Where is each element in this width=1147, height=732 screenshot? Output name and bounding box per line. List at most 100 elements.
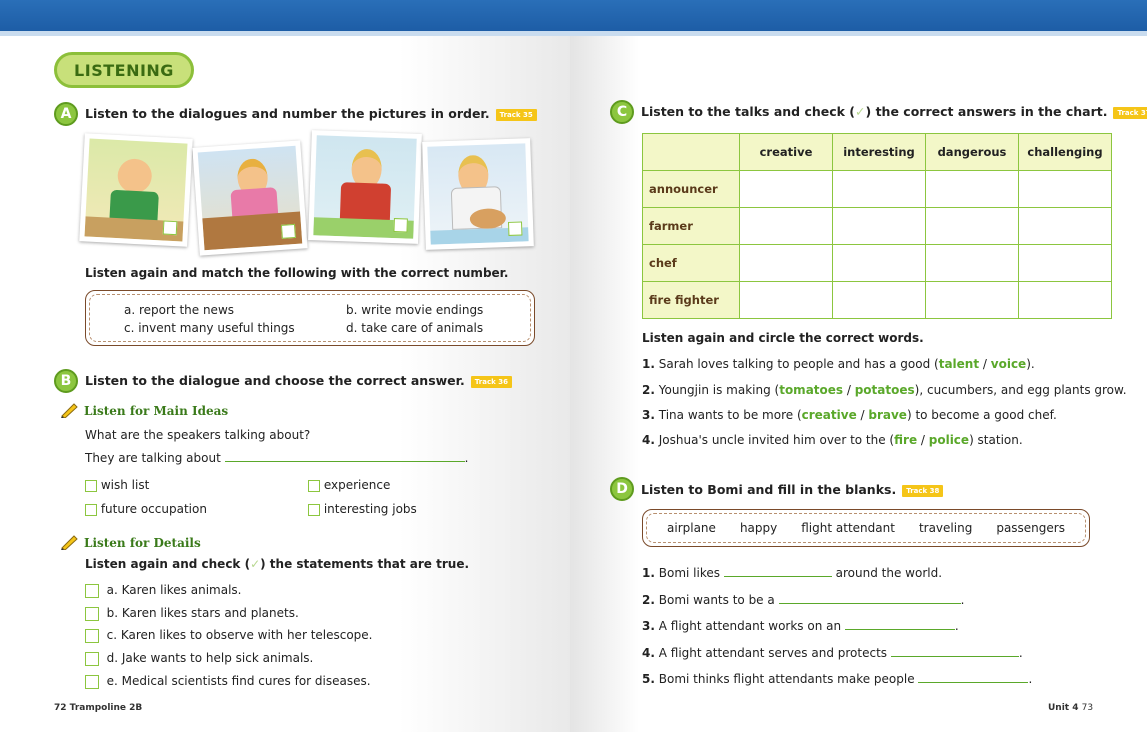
sentence-row: 4. Joshua's uncle invited him over to th… — [642, 433, 1023, 447]
page-number: 72 — [54, 703, 67, 713]
choice-future-occupation[interactable]: future occupation — [85, 502, 207, 516]
checkbox[interactable] — [85, 606, 99, 621]
choice-label: interesting jobs — [323, 502, 417, 516]
chart-cell[interactable] — [1018, 207, 1112, 245]
blank-post: around the world. — [835, 566, 943, 580]
track-badge[interactable]: Track 38 — [902, 484, 944, 497]
chart-cell[interactable] — [739, 207, 833, 245]
chart-cell[interactable] — [739, 170, 833, 208]
blank-post: . — [1028, 672, 1033, 686]
statement-text: c. Karen likes to observe with her teles… — [106, 628, 373, 642]
choice-label: wish list — [100, 478, 150, 492]
checkbox[interactable] — [85, 674, 99, 689]
track-badge[interactable]: Track 36 — [470, 375, 512, 388]
checkmark-icon: ✓ — [250, 557, 261, 571]
checkbox[interactable] — [85, 628, 99, 643]
main-ideas-prompt: They are talking about . — [85, 451, 468, 465]
track-badge[interactable]: Track 35 — [495, 108, 537, 121]
statement-row[interactable]: c. Karen likes to observe with her teles… — [85, 628, 373, 643]
checkbox[interactable] — [85, 651, 99, 666]
word-option[interactable]: police — [929, 433, 969, 447]
chart-cell[interactable] — [925, 244, 1019, 282]
fill-blank[interactable] — [723, 566, 832, 577]
sentence-pre: Youngjin is making ( — [658, 383, 780, 397]
chart-cell[interactable] — [832, 281, 926, 319]
blank-post: . — [954, 619, 959, 633]
word-option[interactable]: brave — [868, 408, 907, 422]
chart-row: chef — [642, 244, 1112, 282]
checkbox[interactable] — [308, 503, 320, 516]
row-header: chef — [642, 244, 740, 282]
match-instruction: Listen again and match the following wit… — [85, 266, 509, 280]
option-a: a. report the news — [124, 303, 235, 317]
fill-blank[interactable] — [890, 646, 1019, 657]
chart-cell[interactable] — [832, 207, 926, 245]
word-option[interactable]: tomatoes — [779, 383, 843, 397]
chart-header-row: creative interesting dangerous challengi… — [642, 133, 1112, 171]
chart-cell[interactable] — [832, 244, 926, 282]
checkmark-icon: ✓ — [855, 104, 866, 119]
choice-interesting-jobs[interactable]: interesting jobs — [308, 502, 417, 516]
chart-cell[interactable] — [739, 281, 833, 319]
picture-checkbox[interactable] — [507, 221, 523, 236]
prompt-end: . — [464, 451, 469, 465]
fill-blank[interactable] — [778, 593, 961, 604]
chart-cell[interactable] — [739, 244, 833, 282]
word-option[interactable]: creative — [802, 408, 857, 422]
main-ideas-heading: Listen for Main Ideas — [84, 404, 229, 418]
choice-wish-list[interactable]: wish list — [85, 478, 149, 492]
page-number: 73 — [1081, 703, 1094, 713]
blank-number: 1. — [642, 566, 655, 580]
right-page: C Listen to the talks and check (✓) the … — [570, 36, 1147, 732]
chart-cell[interactable] — [1018, 170, 1112, 208]
chart-cell[interactable] — [925, 170, 1019, 208]
sentence-row: 1. Sarah loves talking to people and has… — [642, 357, 1035, 371]
statement-row[interactable]: e. Medical scientists find cures for dis… — [85, 674, 371, 689]
details-heading: Listen for Details — [84, 536, 201, 550]
chart-cell[interactable] — [925, 281, 1019, 319]
option-d: d. take care of animals — [346, 321, 484, 335]
book-title: Trampoline 2B — [69, 703, 143, 713]
statement-row[interactable]: d. Jake wants to help sick animals. — [85, 651, 313, 666]
word-option[interactable]: voice — [991, 357, 1026, 371]
blank-number: 4. — [642, 646, 655, 660]
person-head — [116, 158, 153, 194]
word-bank: airplane happy flight attendant travelin… — [642, 509, 1090, 547]
option-c: c. invent many useful things — [124, 321, 295, 335]
section-b-title-text: Listen to the dialogue and choose the co… — [85, 373, 465, 388]
chart-cell[interactable] — [1018, 244, 1112, 282]
picture-checkbox[interactable] — [162, 220, 178, 236]
answer-blank[interactable] — [224, 451, 465, 462]
sentence-pre: Sarah loves talking to people and has a … — [658, 357, 939, 371]
checkbox[interactable] — [85, 479, 97, 492]
fill-blank[interactable] — [844, 619, 955, 630]
checkbox[interactable] — [85, 503, 97, 516]
option-b: b. write movie endings — [346, 303, 484, 317]
picture-vet — [422, 138, 534, 250]
fill-blank[interactable] — [918, 672, 1029, 683]
pencil-icon — [60, 402, 80, 422]
choice-experience[interactable]: experience — [308, 478, 390, 492]
chart-cell[interactable] — [1018, 281, 1112, 319]
chart-cell[interactable] — [925, 207, 1019, 245]
word-bank-item: flight attendant — [801, 521, 895, 535]
track-badge[interactable]: Track 37 — [1113, 106, 1147, 119]
statement-row[interactable]: b. Karen likes stars and planets. — [85, 606, 299, 621]
sentence-number: 1. — [642, 357, 655, 371]
chart-row: announcer — [642, 170, 1112, 208]
statement-row[interactable]: a. Karen likes animals. — [85, 583, 241, 598]
picture-checkbox[interactable] — [393, 218, 408, 233]
sentence-number: 2. — [642, 383, 655, 397]
picture-announcer — [308, 130, 422, 244]
chart-row: fire fighter — [642, 281, 1112, 319]
word-option[interactable]: potatoes — [855, 383, 915, 397]
word-option[interactable]: fire — [894, 433, 917, 447]
chart-cell[interactable] — [832, 170, 926, 208]
word-option[interactable]: talent — [939, 357, 979, 371]
blank-post: . — [960, 593, 965, 607]
checkbox[interactable] — [308, 479, 320, 492]
checkbox[interactable] — [85, 583, 99, 598]
picture-checkbox[interactable] — [280, 223, 296, 239]
sentence-post: ) station. — [969, 433, 1023, 447]
match-options-box: a. report the news b. write movie ending… — [85, 290, 535, 346]
